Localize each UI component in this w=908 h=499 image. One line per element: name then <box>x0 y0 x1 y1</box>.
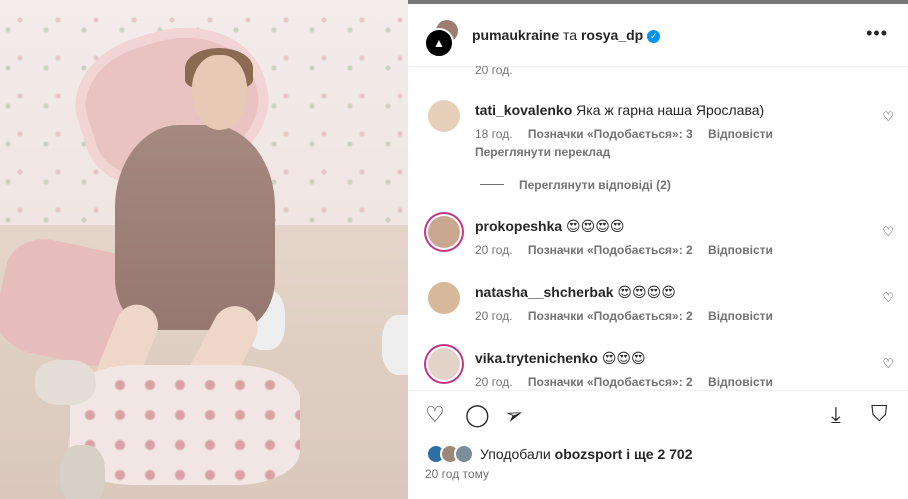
post-date[interactable]: 20 год тому <box>425 467 489 481</box>
comment-username[interactable]: natasha__shcherbak <box>475 284 614 300</box>
comment-meta: 20 год. Позначки «Подобається»: 2 Відпов… <box>475 309 785 323</box>
account-avatar[interactable]: ▲ <box>424 18 460 58</box>
comment-username[interactable]: prokopeshka <box>475 218 562 234</box>
like-comment-heart-icon[interactable]: ♡ <box>882 224 894 240</box>
likes-text: Уподобали obozsport і ще 2 702 <box>480 446 693 462</box>
likes-user[interactable]: obozsport <box>555 446 623 462</box>
post-side-panel: ▲ pumaukraine та rosya_dp ✓ ••• 20 год. t… <box>408 0 908 499</box>
replies-divider <box>480 184 504 185</box>
actions-divider <box>408 390 908 391</box>
comment-time: 18 год. <box>475 127 513 141</box>
save-bookmark-icon[interactable]: ⛉ <box>871 401 888 427</box>
image-model-jacket <box>115 125 275 330</box>
reply-button[interactable]: Відповісти <box>708 127 773 141</box>
comment-meta: 20 год. Позначки «Подобається»: 2 Відпов… <box>475 375 785 389</box>
comment-time: 20 год. <box>475 243 513 257</box>
comment-bubble-icon[interactable]: ◯ <box>465 402 490 428</box>
comment-likes[interactable]: Позначки «Подобається»: 3 <box>528 127 693 141</box>
commenter-avatar[interactable] <box>428 216 460 248</box>
post-header: ▲ pumaukraine та rosya_dp ✓ ••• <box>408 4 908 67</box>
verified-badge-icon: ✓ <box>647 29 661 43</box>
download-icon[interactable]: ⤓ <box>831 402 841 428</box>
comment-username[interactable]: vika.trytenichenko <box>475 350 598 366</box>
share-paper-plane-icon[interactable]: ➢ <box>501 400 527 431</box>
see-translation-link[interactable]: Переглянути переклад <box>475 145 610 159</box>
comment-meta: 20 год. Позначки «Подобається»: 2 Відпов… <box>475 243 785 257</box>
image-shoe <box>60 445 105 499</box>
likes-count[interactable]: і ще 2 702 <box>626 446 692 462</box>
comment-likes[interactable]: Позначки «Подобається»: 2 <box>528 375 693 389</box>
account-name[interactable]: pumaukraine <box>472 27 559 43</box>
comment-body: 😍😍😍 <box>601 350 646 366</box>
comment-body: Яка ж гарна наша Ярослава) <box>576 102 765 118</box>
comment-likes[interactable]: Позначки «Подобається»: 2 <box>528 243 693 257</box>
comment-text: natasha__shcherbak 😍😍😍😍 <box>475 284 676 301</box>
commenter-avatar[interactable] <box>428 282 460 314</box>
comment-username[interactable]: tati_kovalenko <box>475 102 572 118</box>
comments-list[interactable]: 20 год. tati_kovalenko Яка ж гарна наша … <box>408 66 908 389</box>
puma-logo-icon: ▲ <box>424 28 454 58</box>
comment-text: tati_kovalenko Яка ж гарна наша Ярослава… <box>475 102 764 118</box>
commenter-avatar[interactable] <box>428 348 460 380</box>
image-model-face <box>192 55 247 130</box>
reply-button[interactable]: Відповісти <box>708 375 773 389</box>
comment-text: prokopeshka 😍😍😍😍 <box>475 218 624 235</box>
comment-body: 😍😍😍😍 <box>617 284 676 300</box>
image-shoe <box>35 360 95 405</box>
like-comment-heart-icon[interactable]: ♡ <box>882 290 894 306</box>
post-image[interactable] <box>0 0 408 499</box>
comment-body: 😍😍😍😍 <box>566 218 625 234</box>
commenter-avatar[interactable] <box>428 100 460 132</box>
previous-comment-time: 20 год. <box>475 66 513 77</box>
comment-time: 20 год. <box>475 375 513 389</box>
comment-time: 20 год. <box>475 309 513 323</box>
liker-avatar[interactable] <box>454 444 474 464</box>
like-heart-icon[interactable]: ♡ <box>425 402 445 428</box>
comment-text: vika.trytenichenko 😍😍😍 <box>475 350 646 367</box>
likes-summary: Уподобали obozsport і ще 2 702 <box>426 443 693 465</box>
collaborator-name[interactable]: rosya_dp <box>581 27 643 43</box>
post-authors: pumaukraine та rosya_dp ✓ <box>472 27 661 43</box>
view-replies-link[interactable]: Переглянути відповіді (2) <box>519 178 671 192</box>
image-pillow <box>382 315 408 375</box>
comment-meta: 18 год. Позначки «Подобається»: 3 Відпов… <box>475 127 785 141</box>
reply-button[interactable]: Відповісти <box>708 309 773 323</box>
reply-button[interactable]: Відповісти <box>708 243 773 257</box>
more-options-icon[interactable]: ••• <box>866 23 888 44</box>
post-actions: ♡ ◯ ➢ ⤓ ⛉ <box>408 397 908 437</box>
like-comment-heart-icon[interactable]: ♡ <box>882 109 894 125</box>
like-comment-heart-icon[interactable]: ♡ <box>882 356 894 372</box>
comment-likes[interactable]: Позначки «Подобається»: 2 <box>528 309 693 323</box>
likes-prefix: Уподобали <box>480 446 551 462</box>
authors-connector: та <box>563 27 578 43</box>
